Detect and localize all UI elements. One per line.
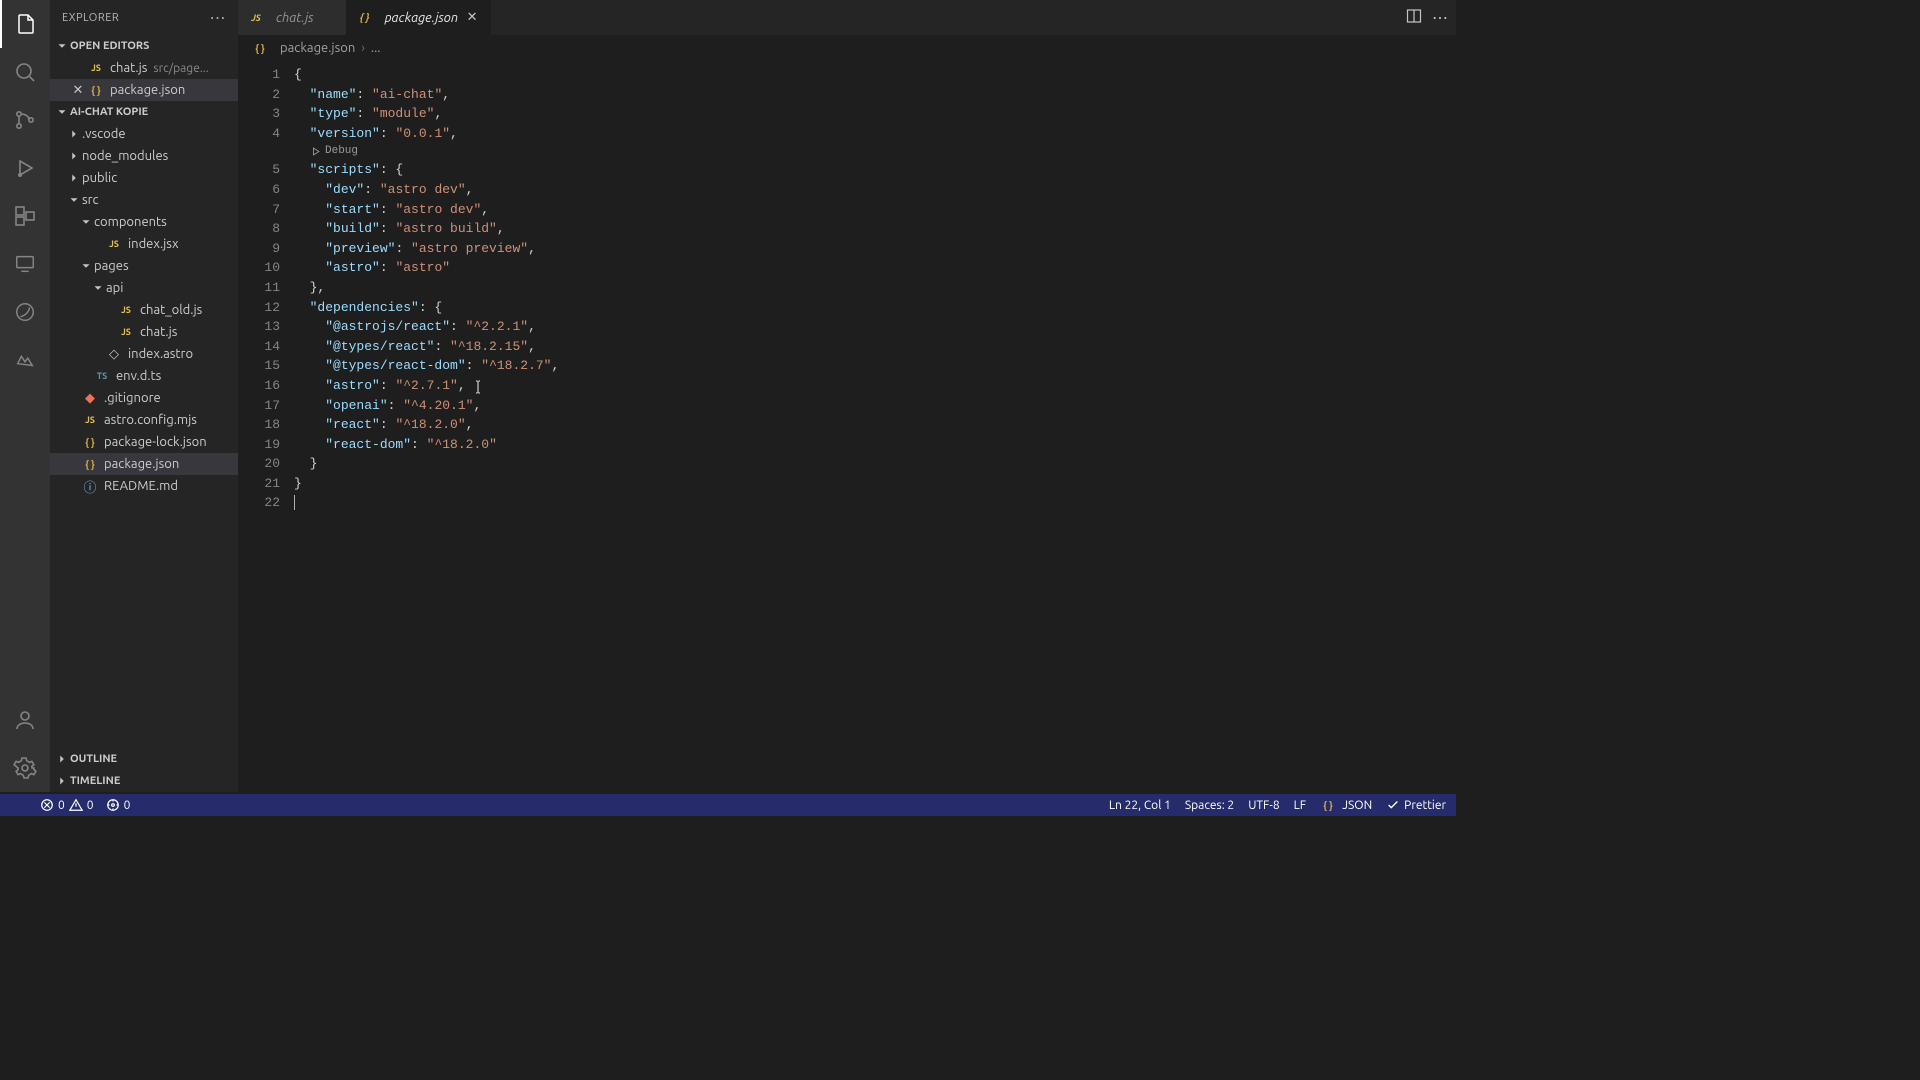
close-icon[interactable]: ✕ — [70, 82, 86, 98]
status-bar: 0 0 0 Ln 22, Col 1 Spaces: 2 UTF-8 LF JS… — [0, 794, 1456, 816]
json-icon — [357, 10, 373, 26]
js-icon: JS — [248, 10, 264, 26]
code-editor[interactable]: 12345678910111213141516171819202122 { "n… — [238, 61, 1456, 792]
file-item[interactable]: JSindex.jsx — [50, 233, 238, 255]
js-icon: JS — [106, 236, 122, 252]
activity-source-control-icon[interactable] — [0, 96, 50, 144]
js-icon: JS — [88, 60, 104, 76]
status-encoding[interactable]: UTF-8 — [1248, 799, 1279, 812]
folder-item[interactable]: src — [50, 189, 238, 211]
git-icon: ◆ — [82, 390, 98, 406]
js-icon: JS — [118, 302, 134, 318]
close-icon[interactable]: ✕ — [464, 10, 480, 25]
folder-item[interactable]: public — [50, 167, 238, 189]
file-item[interactable]: TSenv.d.ts — [50, 365, 238, 387]
breadcrumb[interactable]: package.json › ... — [238, 35, 1456, 61]
folder-item[interactable]: .vscode — [50, 123, 238, 145]
editor-more-icon[interactable]: ⋯ — [1432, 8, 1448, 27]
status-problems[interactable]: 0 0 — [40, 798, 94, 812]
folder-item[interactable]: api — [50, 277, 238, 299]
activity-extensions-icon[interactable] — [0, 192, 50, 240]
activity-search-icon[interactable] — [0, 48, 50, 96]
folder-item[interactable]: pages — [50, 255, 238, 277]
status-prettier[interactable]: Prettier — [1386, 798, 1446, 812]
chevron-down-icon — [78, 259, 94, 273]
chevron-down-icon — [66, 193, 82, 207]
timeline-header[interactable]: TIMELINE — [50, 770, 238, 792]
status-ports[interactable]: 0 — [106, 798, 131, 812]
file-item[interactable]: JSastro.config.mjs — [50, 409, 238, 431]
text-cursor-icon — [470, 379, 486, 395]
file-item[interactable]: ◆.gitignore — [50, 387, 238, 409]
astro-icon: ◇ — [106, 346, 122, 362]
chevron-down-icon — [90, 281, 106, 295]
json-icon — [82, 456, 98, 472]
outline-header[interactable]: OUTLINE — [50, 748, 238, 770]
json-icon — [88, 82, 104, 98]
activity-remote-explorer-icon[interactable] — [0, 240, 50, 288]
split-editor-icon[interactable] — [1406, 8, 1422, 27]
js-icon: JS — [118, 324, 134, 340]
activity-extra-2-icon[interactable] — [0, 336, 50, 384]
file-item[interactable]: JSchat_old.js — [50, 299, 238, 321]
explorer-more-icon[interactable]: ⋯ — [210, 8, 227, 27]
open-editor-item[interactable]: ✕package.json — [50, 79, 238, 101]
project-header[interactable]: AI-CHAT KOPIE — [50, 101, 238, 123]
status-indentation[interactable]: Spaces: 2 — [1185, 799, 1234, 812]
activity-extra-1-icon[interactable] — [0, 288, 50, 336]
file-item[interactable]: package-lock.json — [50, 431, 238, 453]
folder-item[interactable]: node_modules — [50, 145, 238, 167]
file-item[interactable]: ⓘREADME.md — [50, 475, 238, 497]
activity-explorer-icon[interactable] — [0, 0, 50, 48]
activity-bar — [0, 0, 50, 792]
editor-tab[interactable]: JSchat.js — [238, 0, 347, 35]
activity-settings-icon[interactable] — [0, 744, 50, 792]
info-icon: ⓘ — [82, 478, 98, 494]
explorer-sidebar: EXPLORER ⋯ OPEN EDITORS JSchat.jssrc/pag… — [50, 0, 238, 792]
codelens-debug[interactable]: Debug — [294, 143, 1456, 160]
file-item[interactable]: JSchat.js — [50, 321, 238, 343]
js-icon: JS — [82, 412, 98, 428]
json-icon — [252, 40, 268, 56]
chevron-right-icon — [66, 171, 82, 185]
chevron-right-icon — [66, 127, 82, 141]
status-cursor-position[interactable]: Ln 22, Col 1 — [1109, 799, 1171, 812]
open-editors-header[interactable]: OPEN EDITORS — [50, 35, 238, 57]
open-editor-item[interactable]: JSchat.jssrc/page... — [50, 57, 238, 79]
json-icon — [1320, 797, 1336, 813]
editor-tab[interactable]: package.json✕ — [347, 0, 491, 35]
activity-accounts-icon[interactable] — [0, 696, 50, 744]
status-eol[interactable]: LF — [1294, 799, 1306, 812]
explorer-title: EXPLORER — [62, 12, 119, 24]
json-icon — [82, 434, 98, 450]
folder-item[interactable]: components — [50, 211, 238, 233]
chevron-right-icon — [66, 149, 82, 163]
editor-tabs: JSchat.jspackage.json✕ ⋯ — [238, 0, 1456, 35]
chevron-down-icon — [78, 215, 94, 229]
activity-run-debug-icon[interactable] — [0, 144, 50, 192]
status-language[interactable]: JSON — [1320, 797, 1372, 813]
file-item[interactable]: ◇index.astro — [50, 343, 238, 365]
ts-icon: TS — [94, 368, 110, 384]
file-item[interactable]: package.json — [50, 453, 238, 475]
